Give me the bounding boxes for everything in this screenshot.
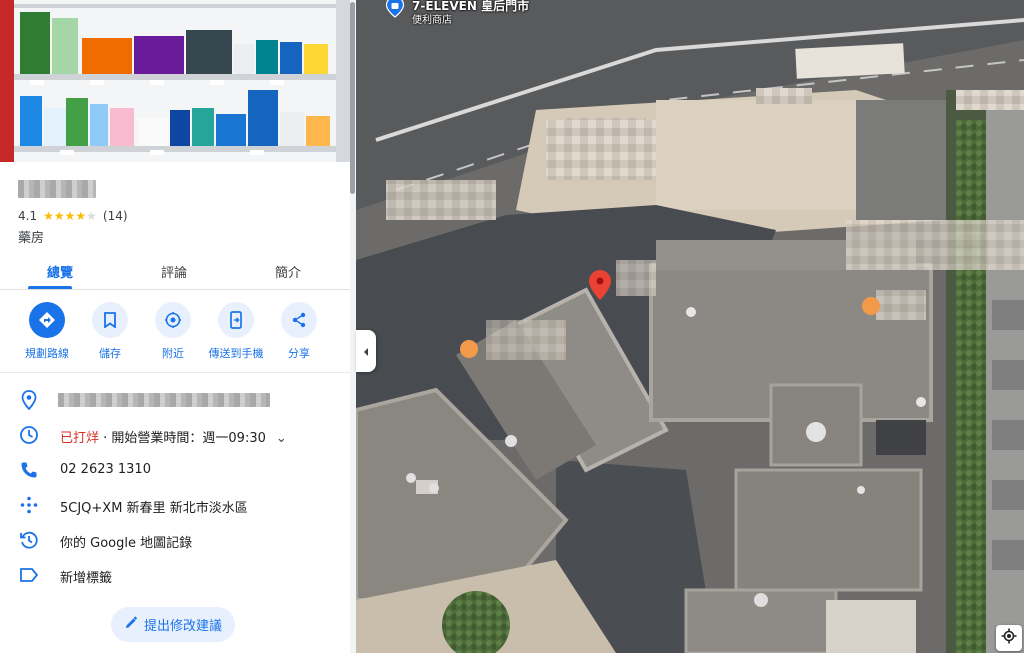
- star-empty-icon: ★: [86, 209, 97, 223]
- poi-type: 便利商店: [412, 15, 452, 26]
- tab-about[interactable]: 簡介: [275, 262, 301, 281]
- review-count[interactable]: (14): [103, 209, 128, 223]
- plus-code-row[interactable]: 5CJQ+XM 新春里 新北市淡水區: [0, 490, 350, 520]
- poi-marker-orange: [862, 297, 880, 315]
- suggest-edit-label: 提出修改建議: [143, 619, 222, 634]
- bookmark-icon: [92, 302, 128, 338]
- place-category[interactable]: 藥房: [18, 227, 44, 246]
- star-icon: ★: [75, 209, 87, 223]
- phone-row[interactable]: 02 2623 1310: [0, 455, 350, 485]
- nearby-label: 附近: [162, 347, 184, 360]
- directions-button[interactable]: 規劃路線: [17, 302, 77, 361]
- section-divider: [0, 372, 350, 373]
- suggest-edit-button[interactable]: 提出修改建議: [111, 607, 235, 642]
- phone-number: 02 2623 1310: [60, 462, 151, 477]
- pencil-icon: [124, 615, 138, 634]
- rating-row[interactable]: 4.1 ★★★★★ (14): [18, 209, 128, 223]
- shopping-bag-pin-icon[interactable]: [384, 0, 406, 18]
- send-to-phone-label: 傳送到手機: [208, 347, 264, 360]
- label-icon: [18, 564, 40, 586]
- add-label-row[interactable]: 新增標籤: [0, 560, 350, 590]
- share-icon: [281, 302, 317, 338]
- star-icon: ★: [64, 209, 76, 223]
- history-text: 你的 Google 地圖記錄: [60, 536, 193, 551]
- hours-text: 已打烊 · 開始營業時間：週一09:30 ⌄: [60, 427, 287, 446]
- satellite-imagery: [356, 0, 1024, 653]
- active-tab-indicator: [28, 286, 72, 289]
- hours-row[interactable]: 已打烊 · 開始營業時間：週一09:30 ⌄: [0, 420, 350, 450]
- tab-bar: 總覽 評論 簡介: [0, 250, 350, 290]
- my-location-icon: [1001, 628, 1017, 648]
- star-icon: ★: [43, 209, 54, 223]
- history-icon: [18, 529, 40, 551]
- tab-reviews[interactable]: 評論: [161, 262, 187, 281]
- save-label: 儲存: [99, 347, 121, 360]
- phone-icon: [18, 459, 40, 481]
- send-to-phone-icon: [218, 302, 254, 338]
- satellite-map[interactable]: [356, 0, 1024, 653]
- place-panel: 4.1 ★★★★★ (14) 藥房 總覽 評論 簡介 規劃路線 儲存 附近 傳送…: [0, 0, 356, 653]
- tab-overview[interactable]: 總覽: [47, 262, 73, 281]
- send-to-phone-button[interactable]: 傳送到手機: [206, 302, 266, 361]
- collapse-panel-button[interactable]: [356, 330, 376, 372]
- star-rating: ★★★★★: [43, 209, 97, 223]
- directions-label: 規劃路線: [25, 347, 69, 360]
- closed-status: 已打烊: [60, 431, 100, 446]
- clock-icon: [18, 424, 40, 446]
- nearby-icon: [155, 302, 191, 338]
- plus-code: 5CJQ+XM 新春里 新北市淡水區: [60, 501, 248, 516]
- save-button[interactable]: 儲存: [80, 302, 140, 361]
- place-name-redacted: [18, 180, 96, 198]
- share-button[interactable]: 分享: [269, 302, 329, 361]
- panel-scrollbar-thumb[interactable]: [350, 2, 355, 194]
- star-icon: ★: [53, 209, 65, 223]
- opening-time: · 開始營業時間：週一09:30: [99, 431, 266, 446]
- nearby-button[interactable]: 附近: [143, 302, 203, 361]
- address-redacted: [58, 393, 270, 407]
- chevron-down-icon[interactable]: ⌄: [276, 431, 287, 446]
- chevron-left-icon: [362, 342, 370, 361]
- my-location-button[interactable]: [996, 625, 1022, 651]
- pharmacy-shelf-image: [0, 0, 350, 162]
- rating-value: 4.1: [18, 209, 38, 223]
- poi-marker-orange: [460, 340, 478, 358]
- place-photo[interactable]: [0, 0, 350, 162]
- location-pin-icon: [18, 389, 40, 411]
- directions-icon: [29, 302, 65, 338]
- add-label-text: 新增標籤: [60, 571, 113, 586]
- plus-code-icon: [18, 494, 40, 516]
- history-row[interactable]: 你的 Google 地圖記錄: [0, 525, 350, 555]
- share-label: 分享: [288, 347, 310, 360]
